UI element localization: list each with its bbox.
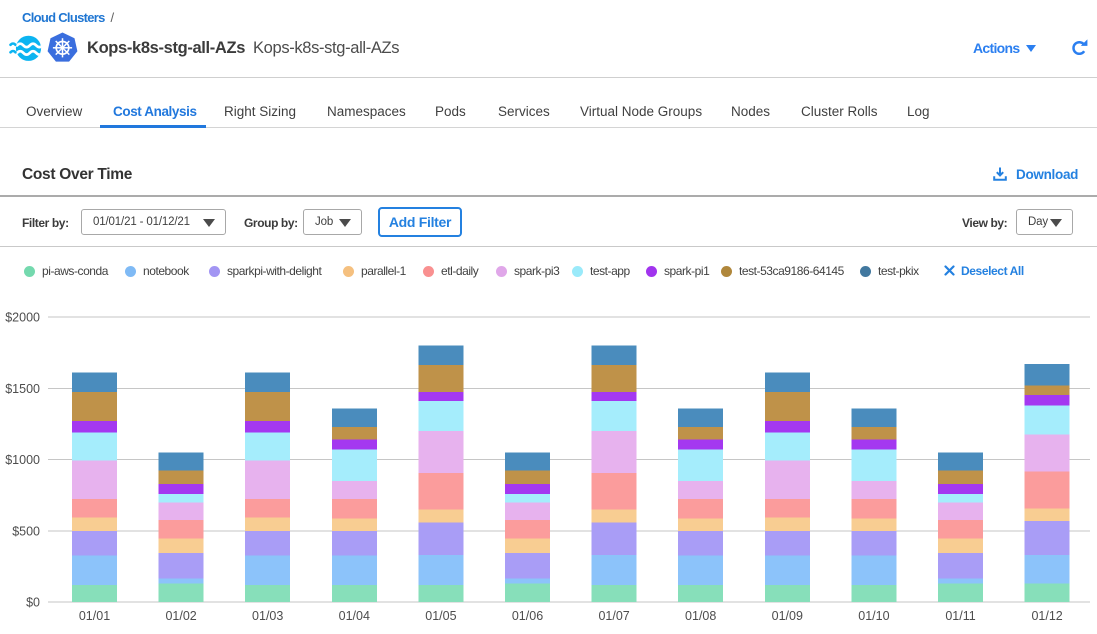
svg-text:$0: $0 — [26, 596, 40, 610]
svg-text:$500: $500 — [12, 524, 40, 538]
svg-text:01/07: 01/07 — [598, 609, 629, 623]
svg-text:01/04: 01/04 — [339, 609, 370, 623]
svg-text:$1500: $1500 — [5, 382, 40, 396]
svg-text:01/02: 01/02 — [165, 609, 196, 623]
svg-text:01/06: 01/06 — [512, 609, 543, 623]
svg-text:01/12: 01/12 — [1031, 609, 1062, 623]
svg-text:$2000: $2000 — [5, 311, 40, 325]
svg-text:01/08: 01/08 — [685, 609, 716, 623]
svg-text:$1000: $1000 — [5, 453, 40, 467]
svg-text:01/09: 01/09 — [772, 609, 803, 623]
svg-text:01/05: 01/05 — [425, 609, 456, 623]
svg-text:01/10: 01/10 — [858, 609, 889, 623]
svg-text:01/11: 01/11 — [945, 609, 975, 623]
svg-text:01/03: 01/03 — [252, 609, 283, 623]
svg-text:01/01: 01/01 — [79, 609, 110, 623]
